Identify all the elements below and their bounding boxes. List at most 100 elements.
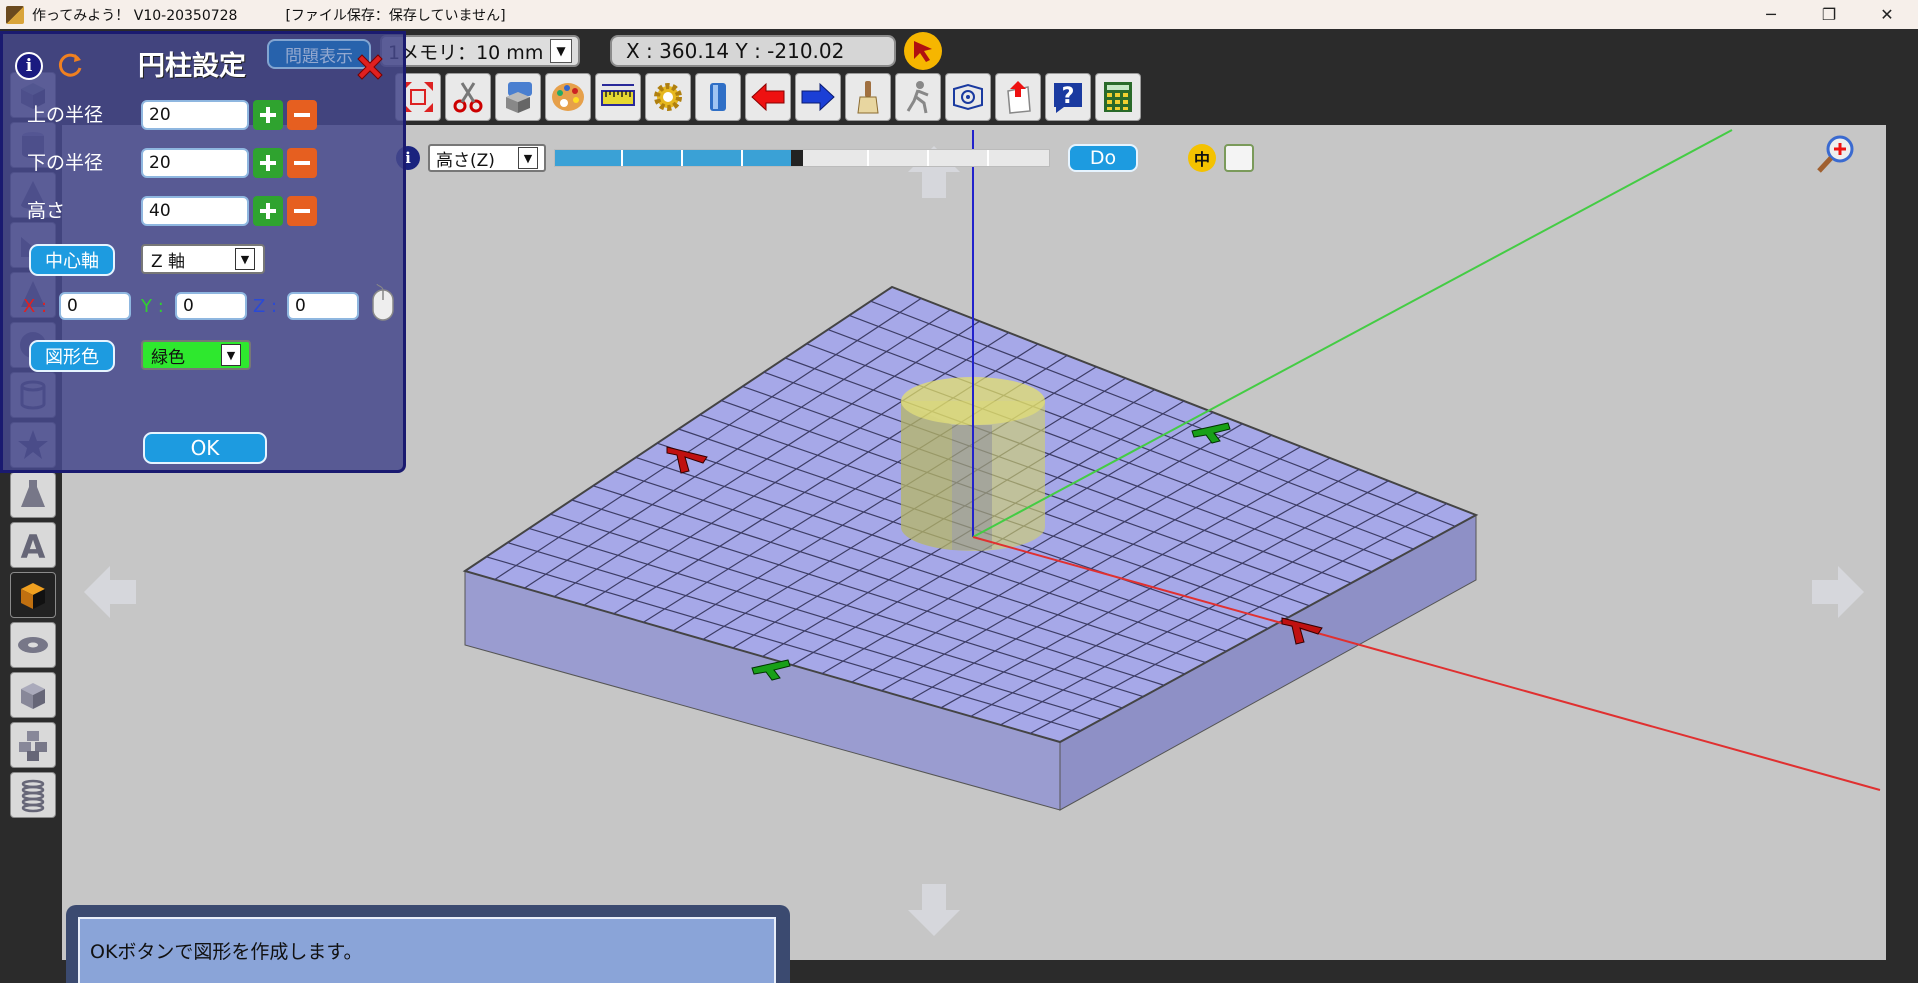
- palette-ring-button[interactable]: [10, 622, 56, 668]
- vase-icon: [21, 480, 45, 507]
- settings-button[interactable]: [645, 73, 691, 121]
- minimize-button[interactable]: ─: [1742, 0, 1800, 29]
- app-window: 作ってみよう！ V10-20350728 [ファイル保存：保存していません] ─…: [0, 0, 1918, 983]
- height-controls: i 高さ(Z) ▼ Do 中: [396, 143, 1254, 173]
- gear-icon: [654, 83, 682, 111]
- shape-comment-button[interactable]: [495, 73, 541, 121]
- bottom-radius-input[interactable]: 20: [141, 148, 249, 178]
- chevron-down-icon: ▼: [235, 248, 255, 270]
- shape-color-select[interactable]: 緑色 ▼: [141, 340, 251, 370]
- slider-tick: [621, 150, 623, 166]
- palette-text-button[interactable]: A: [10, 522, 56, 568]
- palette-icon: [552, 83, 584, 111]
- cursor-mode-button[interactable]: [904, 32, 942, 70]
- palette-spring-button[interactable]: [10, 772, 56, 818]
- height-slider[interactable]: [554, 149, 1050, 167]
- ok-button[interactable]: OK: [143, 432, 267, 464]
- pan-left-icon[interactable]: [80, 562, 140, 622]
- paint-bucket-button[interactable]: [695, 73, 741, 121]
- file-status: [ファイル保存：保存していません]: [285, 7, 506, 24]
- refresh-icon[interactable]: [55, 50, 85, 80]
- do-button[interactable]: Do: [1068, 144, 1138, 172]
- mouse-icon[interactable]: [369, 284, 397, 322]
- bucket-icon: [710, 83, 726, 111]
- cut-button[interactable]: [445, 73, 491, 121]
- chevron-down-icon: ▼: [221, 344, 241, 366]
- app-logo-icon: [6, 5, 24, 24]
- top-radius-input[interactable]: 20: [141, 100, 249, 130]
- color-palette-button[interactable]: [545, 73, 591, 121]
- top-radius-label: 上の半径: [27, 104, 104, 126]
- undo-arrow-icon: [751, 82, 785, 112]
- blocks-icon: [19, 731, 47, 761]
- redo-arrow-icon: [801, 82, 835, 112]
- x-label: X :: [23, 296, 48, 317]
- close-window-button[interactable]: ✕: [1858, 0, 1916, 29]
- shape-color-button[interactable]: 図形色: [29, 340, 115, 372]
- palette-vase-button[interactable]: [10, 472, 56, 518]
- height-input[interactable]: 40: [141, 196, 249, 226]
- palette-blocks-button[interactable]: [10, 722, 56, 768]
- slider-tick: [867, 150, 869, 166]
- dialog-info-icon[interactable]: i: [15, 52, 43, 80]
- plus-icon: [260, 155, 276, 171]
- slider-tick: [987, 150, 989, 166]
- memory-scale-select[interactable]: 1メモリ：10 mm ▼: [380, 35, 580, 67]
- help-button[interactable]: ?: [1045, 73, 1091, 121]
- pan-right-icon[interactable]: [1808, 562, 1868, 622]
- spring-icon: [21, 779, 45, 813]
- ruler-icon: [601, 84, 635, 106]
- brush-button[interactable]: [845, 73, 891, 121]
- maximize-button[interactable]: ❐: [1800, 0, 1858, 29]
- toolbar-top: 1メモリ：10 mm ▼ X : 360.14 Y : -210.02: [380, 31, 942, 71]
- height-minus-button[interactable]: [287, 196, 317, 226]
- walk-view-button[interactable]: [895, 73, 941, 121]
- text-shape-icon: A: [21, 528, 46, 563]
- minus-icon: [294, 113, 310, 117]
- palette-cube-button[interactable]: [10, 672, 56, 718]
- textured-box-icon: [21, 583, 45, 609]
- y-position-input[interactable]: 0: [175, 292, 247, 320]
- camera-icon: [953, 83, 983, 111]
- y-label: Y :: [141, 296, 164, 317]
- palette-textured-box-button[interactable]: [10, 572, 56, 618]
- height-slider-fill: [555, 150, 797, 166]
- z-position-input[interactable]: 0: [287, 292, 359, 320]
- calculator-button[interactable]: [1095, 73, 1141, 121]
- x-position-input[interactable]: 0: [59, 292, 131, 320]
- minus-icon: [294, 161, 310, 165]
- height-slider-thumb[interactable]: [791, 150, 803, 166]
- coordinate-readout: X : 360.14 Y : -210.02: [610, 35, 896, 67]
- undo-button[interactable]: [745, 73, 791, 121]
- brush-icon: [857, 81, 879, 114]
- height-plus-button[interactable]: [253, 196, 283, 226]
- bottom-radius-minus-button[interactable]: [287, 148, 317, 178]
- center-badge[interactable]: 中: [1188, 144, 1216, 172]
- center-axis-value: Z 軸: [151, 251, 186, 272]
- camera-view-button[interactable]: [945, 73, 991, 121]
- center-checkbox[interactable]: [1224, 144, 1254, 172]
- export-icon: [1007, 81, 1031, 114]
- center-axis-select[interactable]: Z 軸 ▼: [141, 244, 265, 274]
- z-label: Z :: [253, 296, 278, 317]
- plus-icon: [260, 107, 276, 123]
- cursor-icon: [914, 41, 932, 62]
- height-axis-value: 高さ(Z): [436, 150, 495, 171]
- svg-text:?: ?: [1062, 84, 1075, 109]
- ring-icon: [18, 637, 48, 653]
- export-button[interactable]: [995, 73, 1041, 121]
- top-radius-minus-button[interactable]: [287, 100, 317, 130]
- close-icon[interactable]: [353, 50, 387, 84]
- zoom-in-icon[interactable]: [1814, 133, 1856, 175]
- top-radius-plus-button[interactable]: [253, 100, 283, 130]
- pan-down-icon[interactable]: [904, 880, 964, 940]
- measure-button[interactable]: [595, 73, 641, 121]
- height-axis-select[interactable]: 高さ(Z) ▼: [428, 144, 546, 172]
- redo-button[interactable]: [795, 73, 841, 121]
- slider-tick: [681, 150, 683, 166]
- calculator-icon: [1104, 82, 1132, 112]
- bottom-radius-plus-button[interactable]: [253, 148, 283, 178]
- status-message: OKボタンで図形を作成します。: [78, 917, 776, 983]
- center-axis-button[interactable]: 中心軸: [29, 244, 115, 276]
- memory-scale-value: 1メモリ：10 mm: [388, 41, 544, 64]
